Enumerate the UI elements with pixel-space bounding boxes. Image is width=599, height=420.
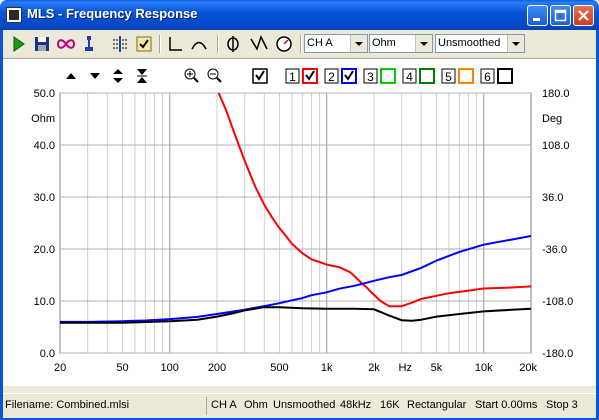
unit-value: Ohm [372, 37, 396, 49]
unit-select[interactable]: Ohm [369, 34, 433, 53]
maximize-button[interactable] [550, 5, 571, 26]
window-title: MLS - Frequency Response [27, 6, 198, 21]
trace-number: 2 [328, 70, 335, 84]
chevron-down-icon[interactable] [350, 35, 367, 52]
frequency-response-chart: 1 2 3 4 5 6 0.0 10.0 20.0 30.0 40.0 50.0 -180.0 -108… [31, 68, 573, 374]
x-tick-label: 20 [54, 362, 66, 374]
trace-checkbox[interactable] [497, 68, 513, 84]
trace-number: 5 [445, 70, 452, 84]
y-left-tick-label: 30.0 [34, 192, 55, 204]
x-tick-label: 5k [431, 362, 443, 374]
y-left-tick-label: 10.0 [34, 296, 55, 308]
status-stop: Stop 3 [546, 399, 578, 411]
trace-number: 1 [289, 70, 296, 84]
marker-icon[interactable] [79, 34, 99, 54]
plot-panel: 1 2 3 4 5 6 0.0 10.0 20.0 30.0 40.0 50.0 -180.0 -108… [3, 58, 596, 386]
compress-vertical-icon[interactable] [137, 69, 147, 83]
status-start: Start 0.00ms [475, 399, 538, 411]
status-size: 16K [380, 399, 400, 411]
trace-checkbox[interactable] [380, 68, 396, 84]
y-left-tick-label: 0.0 [40, 348, 55, 360]
title-bar: MLS - Frequency Response [0, 0, 599, 30]
toolbar-separator [300, 35, 302, 53]
status-bar: Filename: Combined.mlsi CH A Ohm Unsmoot… [3, 393, 596, 418]
x-tick-label: 1k [321, 362, 333, 374]
trace-number: 3 [367, 70, 374, 84]
status-details: CH A Ohm Unsmoothed 48kHz 16K Rectangula… [206, 397, 595, 415]
impulse-icon[interactable] [249, 34, 269, 54]
x-tick-label: 2k [368, 362, 380, 374]
trace-checkbox[interactable] [458, 68, 474, 84]
chevron-down-icon[interactable] [415, 35, 432, 52]
y-right-tick-label: -180.0 [542, 348, 573, 360]
status-rate: 48kHz [340, 399, 372, 411]
y-left-tick-label: 40.0 [34, 140, 55, 152]
toolbar-separator [159, 35, 161, 53]
align-icon[interactable] [110, 34, 130, 54]
x-tick-label: 50 [116, 362, 128, 374]
master-checkbox[interactable] [252, 68, 268, 84]
status-smoothing: Unsmoothed [273, 399, 336, 411]
zoom-out-icon[interactable] [207, 68, 222, 83]
y-left-tick-label: 50.0 [34, 88, 55, 100]
x-tick-label: 500 [270, 362, 288, 374]
channel-value: CH A [307, 37, 333, 49]
x-tick-label: 100 [161, 362, 179, 374]
curve-icon[interactable] [189, 34, 209, 54]
chevron-down-icon[interactable] [507, 35, 524, 52]
axes-icon[interactable] [165, 34, 185, 54]
smoothing-value: Unsmoothed [438, 37, 501, 49]
zoom-in-icon[interactable] [184, 68, 199, 83]
expand-vertical-icon[interactable] [113, 69, 123, 83]
x-tick-label: 20k [519, 362, 537, 374]
scroll-up-icon[interactable] [66, 73, 76, 79]
smoothing-select[interactable]: Unsmoothed [435, 34, 525, 53]
trace-number: 6 [484, 70, 491, 84]
y-right-tick-label: 108.0 [542, 140, 570, 152]
app-icon[interactable] [6, 7, 22, 23]
checklist-icon[interactable] [134, 34, 154, 54]
y-right-tick-label: 180.0 [542, 88, 570, 100]
trace-checkbox[interactable] [419, 68, 435, 84]
gauge-icon[interactable] [274, 34, 294, 54]
x-axis-label: Hz [399, 362, 412, 374]
y-right-tick-label: -36.0 [542, 244, 567, 256]
status-window: Rectangular [407, 399, 467, 411]
y-right-tick-label: -108.0 [542, 296, 573, 308]
scroll-down-icon[interactable] [90, 73, 100, 79]
phase-icon[interactable] [223, 34, 243, 54]
y-right-tick-label: 36.0 [542, 192, 563, 204]
channel-select[interactable]: CH A [304, 34, 368, 53]
status-filename: Filename: Combined.mlsi [5, 399, 130, 411]
close-button[interactable] [573, 5, 594, 26]
y-left-tick-label: 20.0 [34, 244, 55, 256]
status-channel: CH A [211, 399, 237, 411]
loop-icon[interactable] [56, 34, 76, 54]
x-tick-label: 10k [475, 362, 493, 374]
x-tick-label: 200 [208, 362, 226, 374]
y-right-unit-label: Deg [542, 113, 562, 125]
trace-number: 4 [406, 70, 413, 84]
y-left-unit-label: Ohm [31, 113, 55, 125]
toolbar: CH A Ohm Unsmoothed [3, 30, 596, 58]
minimize-button[interactable] [527, 5, 548, 26]
play-icon[interactable] [9, 34, 29, 54]
status-unit: Ohm [244, 399, 268, 411]
save-icon[interactable] [32, 34, 52, 54]
toolbar-separator [217, 35, 219, 53]
